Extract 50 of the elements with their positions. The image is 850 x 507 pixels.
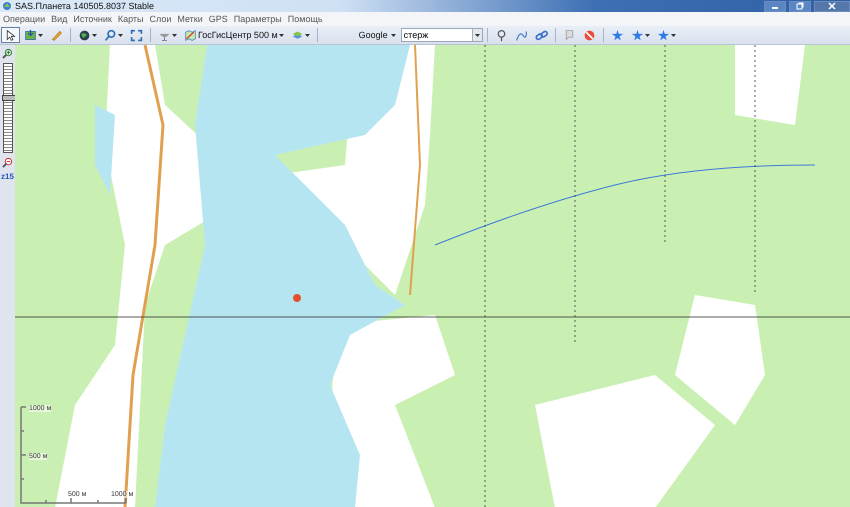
caret-icon <box>474 34 480 36</box>
zoom-level-label: z15 <box>1 172 14 181</box>
zoom-out-icon[interactable] <box>2 157 13 168</box>
menu-item[interactable]: Вид <box>51 14 68 24</box>
caret-icon <box>172 34 177 36</box>
expand-icon <box>130 28 143 42</box>
menu-item[interactable]: Слои <box>149 14 172 24</box>
restore-icon <box>796 2 804 10</box>
menu-item[interactable]: Источник <box>73 14 112 24</box>
search-icon <box>104 28 117 42</box>
zoom-slider[interactable] <box>2 63 12 153</box>
route-icon <box>514 28 528 42</box>
link-icon <box>534 28 548 42</box>
layers-icon <box>290 28 304 42</box>
star-icon <box>656 28 670 42</box>
toolbar-button[interactable]: ГосГисЦентр 500 м <box>181 27 287 43</box>
toolbar-button[interactable] <box>1 27 20 43</box>
pin-icon <box>494 28 508 42</box>
menu-item[interactable]: GPS <box>208 14 228 24</box>
search-field[interactable]: стерж <box>400 28 472 42</box>
zoom-in-icon[interactable] <box>2 48 13 59</box>
cursor-icon <box>4 28 17 42</box>
star-icon <box>630 28 644 42</box>
caret-icon <box>304 34 310 36</box>
caret-icon <box>670 34 676 36</box>
menu-item[interactable]: Карты <box>118 14 144 24</box>
globe-icon <box>78 28 91 42</box>
menu-item[interactable]: Операции <box>3 14 46 24</box>
menu-item[interactable]: Параметры <box>234 14 282 24</box>
close-button[interactable] <box>814 0 850 12</box>
caret-icon <box>390 34 396 36</box>
menu-item[interactable]: Помощь <box>288 14 323 24</box>
caret-icon <box>278 34 284 36</box>
close-icon <box>828 2 836 10</box>
menu-item[interactable]: Метки <box>177 14 203 24</box>
caret-icon <box>118 34 123 36</box>
search-provider-dropdown[interactable]: Google <box>356 27 399 43</box>
app-icon <box>2 1 12 11</box>
window-title: SAS.Планета 140505.8037 Stable <box>15 1 154 11</box>
minimize-button[interactable] <box>764 0 786 12</box>
dropdown-button[interactable] <box>472 28 483 42</box>
caret-icon <box>38 34 43 36</box>
map-icon <box>184 28 197 42</box>
forbidden-icon <box>582 28 596 42</box>
pencil-icon <box>50 28 63 42</box>
maximize-button[interactable] <box>789 0 811 12</box>
slider-thumb[interactable] <box>2 95 16 102</box>
caret-icon <box>92 34 97 36</box>
star-icon <box>610 28 624 42</box>
caret-icon <box>644 34 650 36</box>
